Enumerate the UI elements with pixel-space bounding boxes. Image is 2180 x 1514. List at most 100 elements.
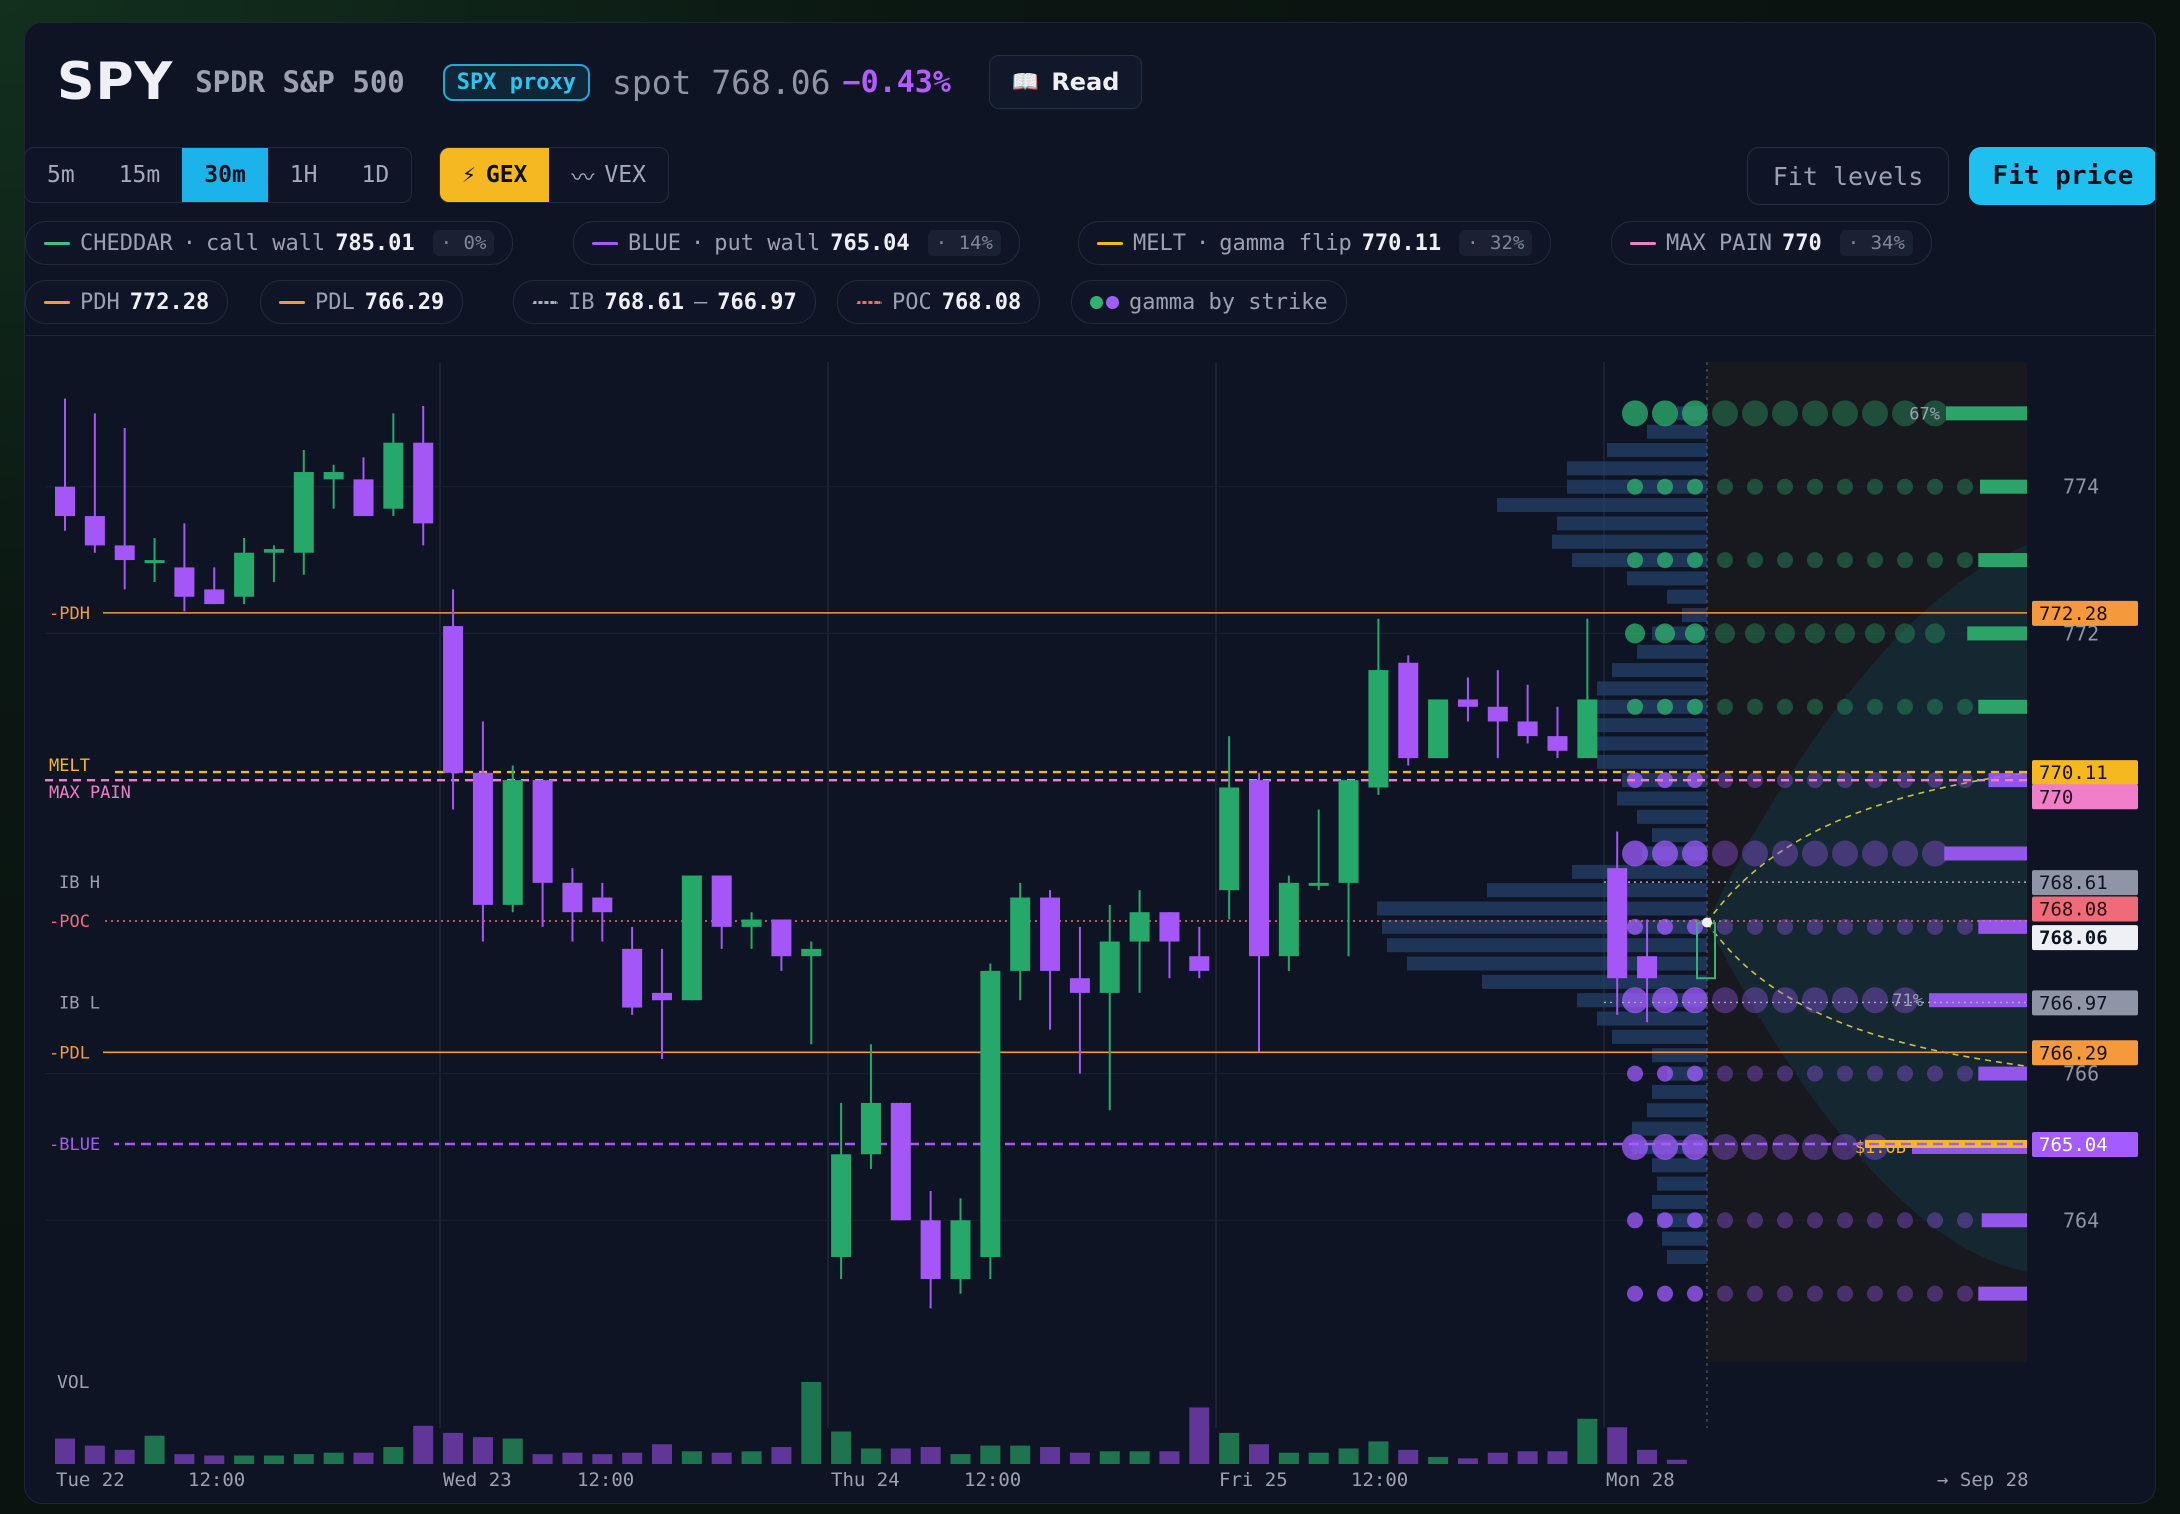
candle-body	[1129, 912, 1150, 942]
price-tag-label: 766.97	[2039, 992, 2108, 1014]
main-panel: SPY SPDR S&P 500 SPX proxy spot 768.06 −…	[24, 22, 2156, 1504]
read-button[interactable]: 📖 Read	[988, 55, 1143, 109]
mode-vex-button[interactable]: 〰 VEX	[549, 148, 668, 202]
lightning-icon: ⚡	[462, 162, 476, 188]
volume-bar	[592, 1454, 613, 1464]
gamma-strike-dot	[1747, 1065, 1763, 1082]
gamma-strike-dot	[1627, 1065, 1643, 1082]
line-swatch	[1097, 241, 1123, 245]
level-chip-cheddar[interactable]: CHEDDAR · call wall 785.01 · 0%	[25, 221, 514, 265]
gamma-strike-dot	[1897, 1285, 1913, 1302]
volume-bar	[144, 1435, 165, 1464]
fit-price-button[interactable]: Fit price	[1969, 147, 2155, 205]
gamma-strike-dot	[1867, 552, 1883, 569]
level-chip-pdh[interactable]: PDH 772.28	[25, 280, 229, 324]
timeframe-1h[interactable]: 1H	[268, 148, 340, 202]
time-axis-label: Thu 24	[831, 1469, 900, 1491]
timeframe-15m[interactable]: 15m	[97, 148, 183, 202]
volume-profile-bar	[1632, 1121, 1707, 1136]
volume-profile-bar	[1597, 681, 1707, 696]
gamma-strike-bar	[1929, 993, 2027, 1008]
gamma-dots-icon	[1090, 295, 1119, 309]
level-value: 770	[1781, 230, 1822, 256]
volume-profile-bar	[1652, 1194, 1707, 1209]
mode-gex-button[interactable]: ⚡ GEX	[440, 148, 550, 202]
gamma-strike-dot	[1657, 698, 1673, 715]
level-chip-max-pain[interactable]: MAX PAIN 770 · 34%	[1611, 221, 1932, 265]
level-name: gamma by strike	[1129, 289, 1328, 315]
timeframe-30m[interactable]: 30m	[182, 148, 268, 202]
level-chip-melt[interactable]: MELT · gamma flip 770.11 · 32%	[1078, 221, 1552, 265]
level-percent: · 14%	[927, 230, 1001, 256]
volume-bar	[1219, 1432, 1240, 1464]
volume-profile-bar	[1667, 589, 1707, 604]
gamma-strike-dot	[1627, 698, 1643, 715]
volume-bar	[1308, 1452, 1329, 1464]
candle-body	[1249, 780, 1269, 957]
level-desc: gamma flip	[1219, 230, 1352, 256]
gamma-strike-dot	[1772, 400, 1798, 427]
volume-bar	[472, 1437, 493, 1464]
melt-label: MELT	[49, 756, 90, 776]
gamma-strike-dot	[1655, 623, 1675, 644]
volume-bar	[532, 1454, 553, 1464]
timeframe-5m[interactable]: 5m	[25, 148, 97, 202]
volume-profile-bar	[1682, 608, 1707, 623]
gamma-strike-dot	[1627, 1212, 1643, 1229]
gamma-strike-dot	[1682, 840, 1708, 867]
gamma-strike-dot	[1687, 1285, 1703, 1302]
gamma-strike-dot	[1897, 1065, 1913, 1082]
volume-bar	[1099, 1451, 1120, 1464]
candle-body	[532, 780, 553, 883]
level-chip-pdl[interactable]: PDL 766.29	[260, 280, 464, 324]
gamma-strike-dot	[1837, 478, 1853, 495]
volume-profile-bar	[1407, 956, 1707, 971]
gamma-strike-dot	[1807, 698, 1823, 715]
candle-body	[114, 545, 135, 561]
price-tag-label: 770.11	[2039, 762, 2108, 784]
max-pain-label: MAX PAIN	[49, 783, 131, 803]
gamma-strike-dot	[1925, 623, 1945, 644]
gamma-strike-dot	[1777, 478, 1793, 495]
candle-body	[502, 780, 523, 905]
level-value-2: 766.97	[717, 289, 797, 315]
candle-body	[1487, 706, 1508, 722]
level-chip-ib[interactable]: IB 768.61 – 766.97	[513, 280, 816, 324]
level-chip-poc[interactable]: POC 768.08	[837, 280, 1041, 324]
line-swatch	[592, 241, 618, 245]
volume-bar	[174, 1454, 195, 1464]
price-chart[interactable]: 67%71%$1.0B-PDH-PDL MELT MAX PAIN-BLUE-P…	[25, 335, 2155, 1503]
fit-levels-button[interactable]: Fit levels	[1747, 147, 1949, 205]
candle-body	[1368, 670, 1389, 788]
volume-profile-bar	[1647, 1103, 1707, 1118]
level-chip-gamma-by-strike[interactable]: gamma by strike	[1071, 280, 1347, 324]
book-icon: 📖	[1011, 69, 1040, 95]
time-axis-label: 12:00	[188, 1469, 245, 1491]
candle-body	[174, 567, 195, 597]
candle-body	[652, 992, 672, 1001]
gamma-strike-label: 71%	[1892, 991, 1923, 1011]
gamma-strike-dot	[1657, 1285, 1673, 1302]
gamma-strike-dot	[1745, 623, 1765, 644]
gamma-strike-dot	[1957, 552, 1973, 569]
volume-bar	[1010, 1445, 1031, 1464]
gamma-strike-dot	[1807, 1212, 1823, 1229]
gamma-strike-dot	[1652, 1133, 1678, 1160]
gamma-strike-dot	[1927, 1285, 1943, 1302]
level-name: IB	[568, 289, 595, 315]
level-chip-blue[interactable]: BLUE · put wall 765.04 · 14%	[573, 221, 1020, 265]
candle-body	[1040, 897, 1061, 971]
gamma-strike-bar	[1980, 479, 2027, 494]
gamma-strike-dot	[1837, 552, 1853, 569]
price-change: −0.43%	[842, 64, 951, 100]
volume-bar	[1517, 1451, 1538, 1464]
volume-bar	[681, 1451, 702, 1464]
line-swatch	[532, 300, 558, 304]
gamma-strike-dot	[1897, 478, 1913, 495]
gamma-strike-dot	[1682, 1133, 1708, 1160]
volume-profile-bar	[1482, 974, 1707, 989]
volume-bar	[1338, 1448, 1359, 1464]
timeframe-1d[interactable]: 1D	[340, 148, 412, 202]
gamma-strike-dot	[1775, 623, 1795, 644]
gamma-strike-dot	[1687, 1212, 1703, 1229]
